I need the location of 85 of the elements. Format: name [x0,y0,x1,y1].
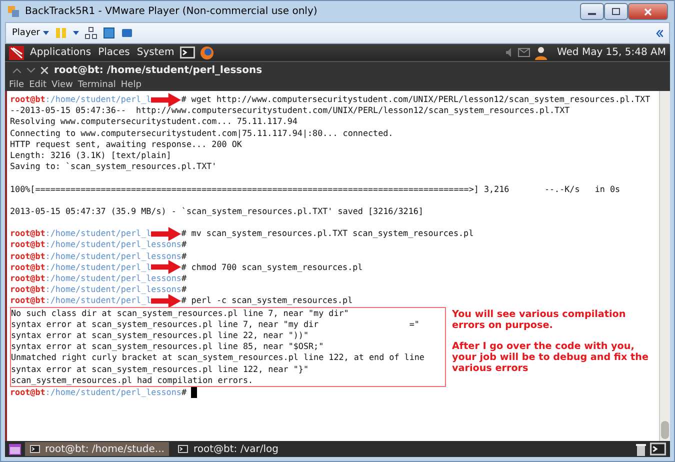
taskbar-item[interactable]: root@bt: /home/stude... [25,442,170,456]
volume-icon[interactable] [504,48,513,57]
clock[interactable]: Wed May 15, 5:48 AM [556,47,666,58]
output-line: HTTP request sent, awaiting response... 200 OK [10,138,242,150]
close-icon[interactable] [41,66,48,74]
command-text: # wget http://www.computersecuritystudent.com/UNIX/PERL/lesson12/scan_system_resources.pl.TXT [181,94,650,106]
output-line: --2013-05-15 05:47:36-- http://www.computersecuritystudent.com/UNIX/PERL/lesson12/scan_system_resources.pl.TXT [10,105,570,116]
command-text: # [181,386,186,398]
mail-icon[interactable] [518,48,530,57]
output-line: Saving to: `scan_system_resources.pl.TXT' [10,161,217,172]
terminal-icon[interactable] [180,46,196,59]
prompt-user: root@bt [10,250,46,262]
annotation-text: You will see various compilation errors on purpose. [452,308,627,331]
menu-item[interactable]: Help [120,80,142,90]
error-line: syntax error at scan_system_resources.pl line 122, near "}" [11,364,308,375]
command-text: # [181,239,186,251]
unity-icon[interactable] [121,27,134,39]
terminal-icon [178,445,188,453]
terminal-icon [30,445,40,453]
annotation-text: After I go over the code with you, your job will be to debug and fix the various errors [452,340,650,375]
prompt-path: :/home/student/perl_lessons [45,284,182,296]
firefox-icon[interactable] [200,46,214,60]
prompt-user: root@bt [10,386,46,398]
user-icon[interactable] [534,46,548,60]
prompt-path: :/home/student/perl_lessons [45,239,182,251]
maximize-button[interactable] [604,3,628,20]
error-line: syntax error at scan_system_resources.pl line 22, near "))" [11,330,308,342]
terminal-title: root@bt: /home/student/perl_lessons [54,64,262,76]
menu-item[interactable]: Edit [29,80,46,90]
error-line: Unmatched right curly bracket at scan_system_resources.pl line 122, at end of line [11,352,424,364]
command-text: # perl -c scan_system_resources.pl [181,295,353,307]
scrollbar-thumb[interactable] [661,421,669,439]
prompt-user: root@bt [10,273,46,284]
panel-menu[interactable]: Applications [29,47,92,58]
prompt-path: :/home/student/perl_l [45,295,152,307]
panel-menu[interactable]: System [136,47,176,58]
prompt-path: :/home/student/perl_lessons [45,250,182,262]
player-menu[interactable]: Player [12,28,50,38]
prompt-path: :/home/student/perl_lessons [45,273,182,284]
output-line: 2013-05-15 05:47:37 (35.9 MB/s) - `scan_system_resources.pl.TXT' saved [3216/3216] [10,206,424,218]
error-line: scan_system_resources.pl had compilation errors. [11,374,254,386]
output-line: Connecting to www.computersecuritystudent.com|75.11.117.94|:80... connected. [10,128,394,139]
dragon-logo-icon[interactable] [9,46,24,60]
output-line: Resolving www.computersecuritystudent.com... 75.11.117.94 [10,116,298,128]
trash-icon[interactable] [636,442,646,456]
error-line: No such class dir at scan_system_resources.pl line 7, near "my dir" [11,308,349,319]
error-line: syntax error at scan_system_resources.pl line 7, near "my dir =" [11,318,420,330]
chevron-down-icon[interactable] [27,68,35,72]
prompt-user: root@bt [10,284,46,296]
prompt-user: root@bt [10,94,46,106]
error-line: syntax error at scan_system_resources.pl line 85, near "$OSR;" [11,341,324,352]
output-line: 100%[======================================================================================>] 3,216 --.-K/s in 0s [10,184,620,195]
panel-menu[interactable]: Places [97,47,131,58]
close-icon [644,8,652,16]
menu-item[interactable]: Terminal [78,80,116,90]
window-title: BackTrack5R1 - VMware Player (Non-commercial use only) [25,6,318,17]
caret-icon[interactable] [73,31,80,35]
desktop-icon[interactable] [9,444,21,454]
close-button[interactable] [628,3,668,20]
command-text: # [181,250,186,262]
prompt-path: :/home/student/perl_lessons [45,386,182,398]
command-text: # chmod 700 scan_system_resources.pl [181,262,363,274]
prompt-path: :/home/student/perl_l [45,262,152,274]
prompt-path: :/home/student/perl_l [45,94,152,106]
prompt-user: root@bt [10,262,46,274]
prompt-path: :/home/student/perl_l [45,228,152,240]
chevron-up-icon[interactable] [13,68,21,72]
maximize-icon [612,8,620,15]
taskbar-item[interactable]: root@bt: /var/log [173,442,284,456]
prompt-user: root@bt [10,295,46,307]
caret-icon [43,31,50,35]
prompt-user: root@bt [10,239,46,251]
menu-item[interactable]: View [52,80,73,90]
command-text: # [181,273,186,284]
output-line: Length: 3216 (3.1K) [text/plain] [10,150,172,162]
network-icon[interactable] [85,27,98,39]
terminal-icon[interactable] [650,442,666,456]
command-text: # mv scan_system_resources.pl.TXT scan_system_resources.pl [181,228,474,240]
app-icon [7,5,20,18]
minimize-button[interactable] [580,3,604,20]
fullscreen-icon[interactable] [103,27,116,39]
menu-item[interactable]: File [9,80,24,90]
double-chevron-icon[interactable] [656,30,663,36]
command-text: # [181,284,186,296]
prompt-user: root@bt [10,228,46,240]
